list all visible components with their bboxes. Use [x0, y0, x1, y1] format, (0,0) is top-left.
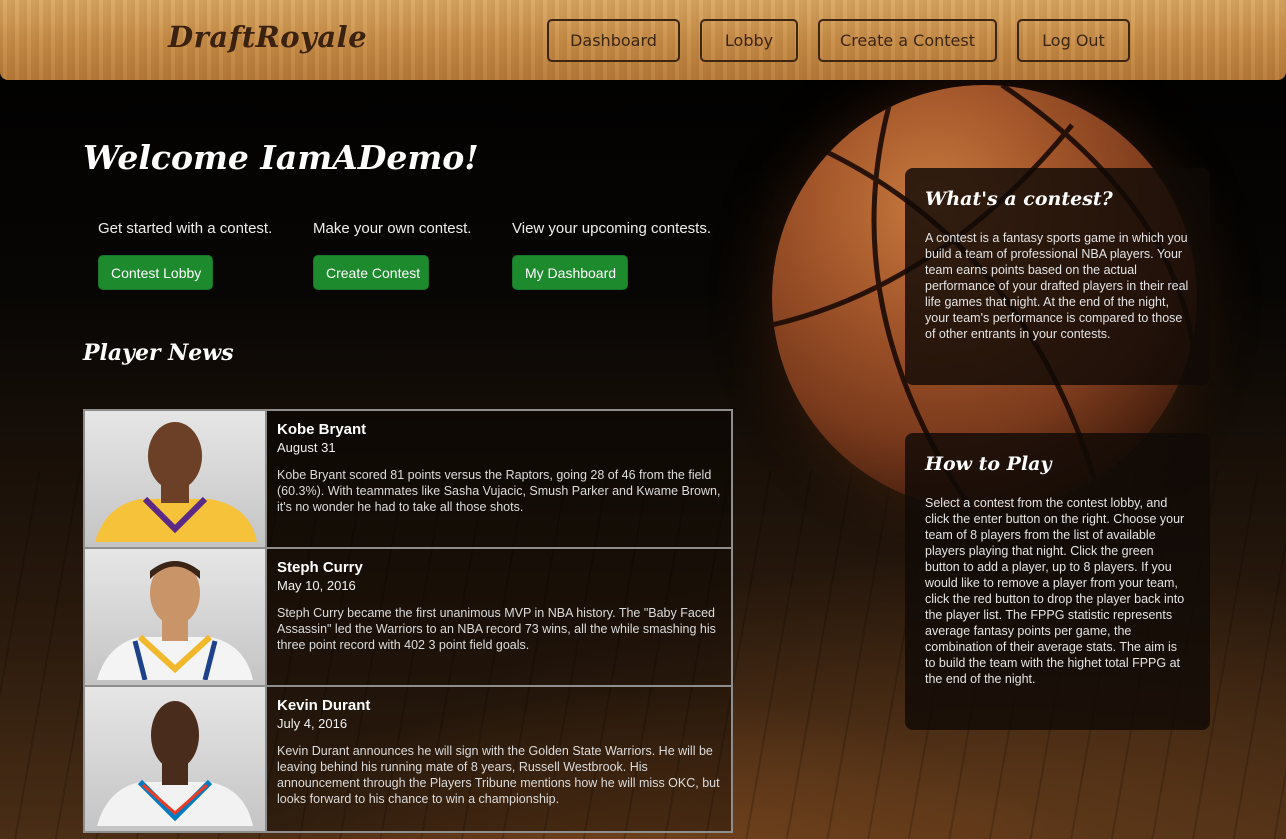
news-row: Kobe Bryant August 31 Kobe Bryant scored… [83, 409, 733, 549]
welcome-heading: Welcome IamADemo! [83, 138, 479, 177]
card-body: Select a contest from the contest lobby,… [925, 496, 1185, 686]
news-date: July 4, 2016 [277, 716, 348, 731]
my-dashboard-button[interactable]: My Dashboard [512, 255, 628, 290]
action-lead-text: View your upcoming contests. [512, 220, 711, 237]
top-nav-bar: DraftRoyale Dashboard Lobby Create a Con… [0, 0, 1286, 80]
news-text: Kevin Durant July 4, 2016 Kevin Durant a… [265, 685, 733, 833]
contest-lobby-button[interactable]: Contest Lobby [98, 255, 213, 290]
card-title: How to Play [925, 453, 1052, 475]
player-photo-durant [83, 685, 267, 833]
news-player-name: Kobe Bryant [277, 421, 367, 438]
nav-logout-button[interactable]: Log Out [1017, 19, 1130, 62]
player-news-table: Kobe Bryant August 31 Kobe Bryant scored… [83, 409, 733, 833]
action-make-contest: Make your own contest. Create Contest [313, 220, 472, 290]
news-player-name: Kevin Durant [277, 697, 371, 714]
action-get-started: Get started with a contest. Contest Lobb… [98, 220, 273, 290]
action-view-contests: View your upcoming contests. My Dashboar… [512, 220, 711, 290]
nav-create-contest-button[interactable]: Create a Contest [818, 19, 997, 62]
news-row: Kevin Durant July 4, 2016 Kevin Durant a… [83, 685, 733, 833]
logo[interactable]: DraftRoyale [168, 20, 367, 54]
news-player-name: Steph Curry [277, 559, 363, 576]
nav-dashboard-button[interactable]: Dashboard [547, 19, 680, 62]
card-body: A contest is a fantasy sports game in wh… [925, 231, 1189, 341]
news-body: Kevin Durant announces he will sign with… [277, 744, 720, 806]
player-photo-kobe [83, 409, 267, 549]
news-row: Steph Curry May 10, 2016 Steph Curry bec… [83, 547, 733, 687]
news-date: May 10, 2016 [277, 578, 356, 593]
action-lead-text: Make your own contest. [313, 220, 472, 237]
action-lead-text: Get started with a contest. [98, 220, 273, 237]
news-text: Kobe Bryant August 31 Kobe Bryant scored… [265, 409, 733, 549]
player-news-heading: Player News [83, 340, 234, 366]
news-body: Steph Curry became the first unanimous M… [277, 606, 716, 652]
whats-a-contest-card: What's a contest? A contest is a fantasy… [905, 168, 1210, 385]
create-contest-button[interactable]: Create Contest [313, 255, 429, 290]
news-body: Kobe Bryant scored 81 points versus the … [277, 468, 721, 514]
player-photo-curry [83, 547, 267, 687]
how-to-play-card: How to Play Select a contest from the co… [905, 433, 1210, 730]
card-title: What's a contest? [925, 188, 1113, 210]
news-date: August 31 [277, 440, 336, 455]
nav-lobby-button[interactable]: Lobby [700, 19, 798, 62]
news-text: Steph Curry May 10, 2016 Steph Curry bec… [265, 547, 733, 687]
